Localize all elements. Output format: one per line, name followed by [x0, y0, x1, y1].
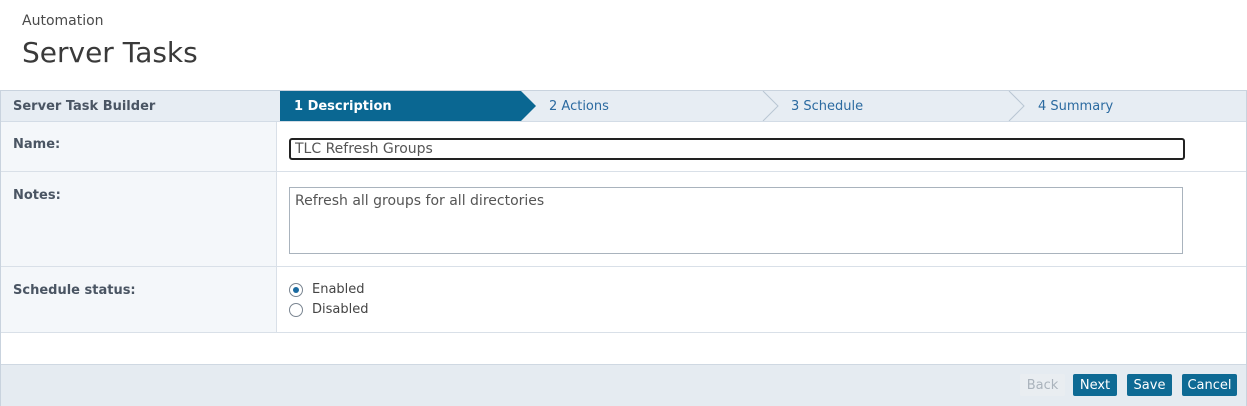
step-schedule[interactable]: 3 Schedule [791, 99, 863, 114]
steps-bar: Server Task Builder 1 Description 2 Acti… [1, 91, 1246, 122]
step-description[interactable]: 1 Description [294, 99, 392, 114]
breadcrumb: Automation [22, 13, 104, 29]
back-button[interactable]: Back [1020, 374, 1065, 396]
save-button[interactable]: Save [1127, 374, 1172, 396]
page-title: Server Tasks [22, 36, 198, 69]
name-label-cell: Name: [1, 122, 277, 171]
schedule-label-cell: Schedule status: [1, 267, 277, 332]
step-separator-2 [762, 91, 779, 121]
disabled-radio-label[interactable]: Disabled [312, 302, 368, 317]
notes-label: Notes: [13, 188, 61, 203]
name-row: Name: [1, 122, 1246, 172]
builder-title: Server Task Builder [13, 99, 156, 114]
step-actions[interactable]: 2 Actions [549, 99, 609, 114]
notes-label-cell: Notes: [1, 172, 277, 266]
name-label: Name: [13, 137, 61, 152]
footer-bar: Back Next Save Cancel [1, 364, 1246, 406]
enabled-radio-label[interactable]: Enabled [312, 282, 365, 297]
name-input[interactable] [289, 138, 1185, 160]
enabled-radio[interactable] [289, 283, 303, 297]
server-task-builder: Server Task Builder 1 Description 2 Acti… [0, 90, 1247, 406]
cancel-button[interactable]: Cancel [1182, 374, 1237, 396]
notes-row: Notes: Refresh all groups for all direct… [1, 172, 1246, 267]
schedule-row: Schedule status: Enabled Disabled [1, 267, 1246, 333]
step-summary[interactable]: 4 Summary [1038, 99, 1113, 114]
step-separator-3 [1008, 91, 1025, 121]
schedule-status-label: Schedule status: [13, 283, 136, 298]
next-button[interactable]: Next [1073, 374, 1117, 396]
notes-textarea[interactable]: Refresh all groups for all directories [289, 187, 1183, 254]
disabled-radio[interactable] [289, 303, 303, 317]
